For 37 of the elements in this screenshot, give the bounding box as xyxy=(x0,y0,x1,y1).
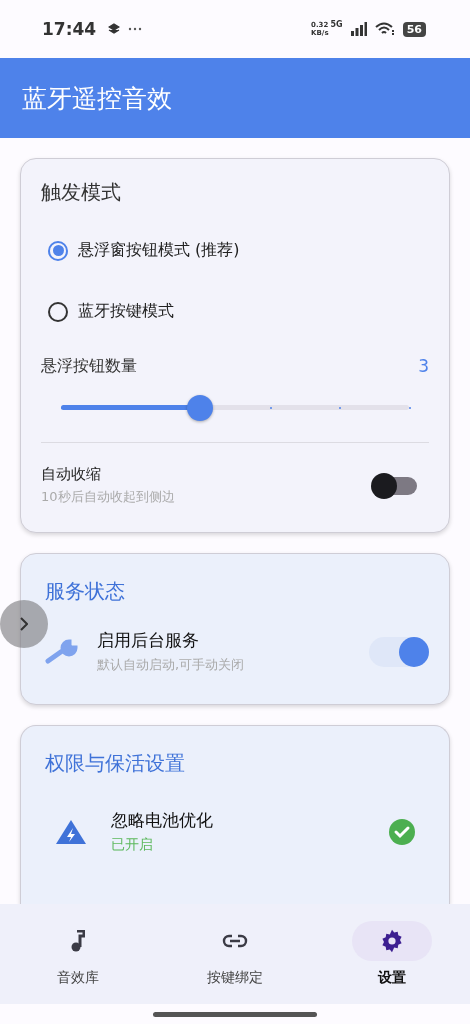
card-title: 服务状态 xyxy=(45,578,126,605)
slider-value: 3 xyxy=(418,356,429,377)
permission-status: 已开启 xyxy=(111,836,154,854)
card-title: 触发模式 xyxy=(41,179,122,206)
toggle-switch[interactable] xyxy=(369,636,429,667)
radio-label: 蓝牙按键模式 xyxy=(78,301,174,322)
battery-level: 56 xyxy=(402,21,426,37)
slider-thumb[interactable] xyxy=(187,395,214,421)
radio-button[interactable] xyxy=(48,240,68,261)
gesture-handle[interactable] xyxy=(153,1011,317,1017)
warning-bolt-icon xyxy=(55,818,87,845)
slider-label: 悬浮按钮数量 xyxy=(41,356,137,377)
layers-icon xyxy=(108,23,121,35)
radio-button[interactable] xyxy=(48,301,68,322)
network-type: 5G xyxy=(330,20,343,29)
floating-bubble[interactable] xyxy=(0,600,48,648)
wifi-icon xyxy=(374,22,395,36)
app-title: 蓝牙遥控音效 xyxy=(22,82,172,115)
music-note-icon xyxy=(71,930,86,952)
radio-option[interactable]: 悬浮窗按钮模式 (推荐) xyxy=(41,220,429,281)
link-icon xyxy=(222,934,248,948)
card-title: 权限与保活设置 xyxy=(45,750,186,777)
chevron-right-icon xyxy=(20,617,28,631)
status-time: 17:44 xyxy=(42,19,97,39)
radio-option[interactable]: 蓝牙按键模式 xyxy=(41,281,429,342)
setting-description: 默认自动启动,可手动关闭 xyxy=(97,656,246,674)
nav-tab[interactable]: 设置 xyxy=(313,904,470,1004)
wrench-icon xyxy=(45,638,79,665)
setting-label: 启用后台服务 xyxy=(97,629,200,652)
more-icon xyxy=(128,27,143,31)
permission-label: 忽略电池优化 xyxy=(111,809,214,832)
nav-tab[interactable]: 按键绑定 xyxy=(156,904,314,1004)
signal-icon xyxy=(350,22,367,36)
nav-tab[interactable]: 音效库 xyxy=(0,904,157,1004)
setting-label: 自动收缩 xyxy=(41,465,102,484)
setting-description: 10秒后自动收起到侧边 xyxy=(41,488,176,506)
radio-label: 悬浮窗按钮模式 (推荐) xyxy=(78,240,240,261)
